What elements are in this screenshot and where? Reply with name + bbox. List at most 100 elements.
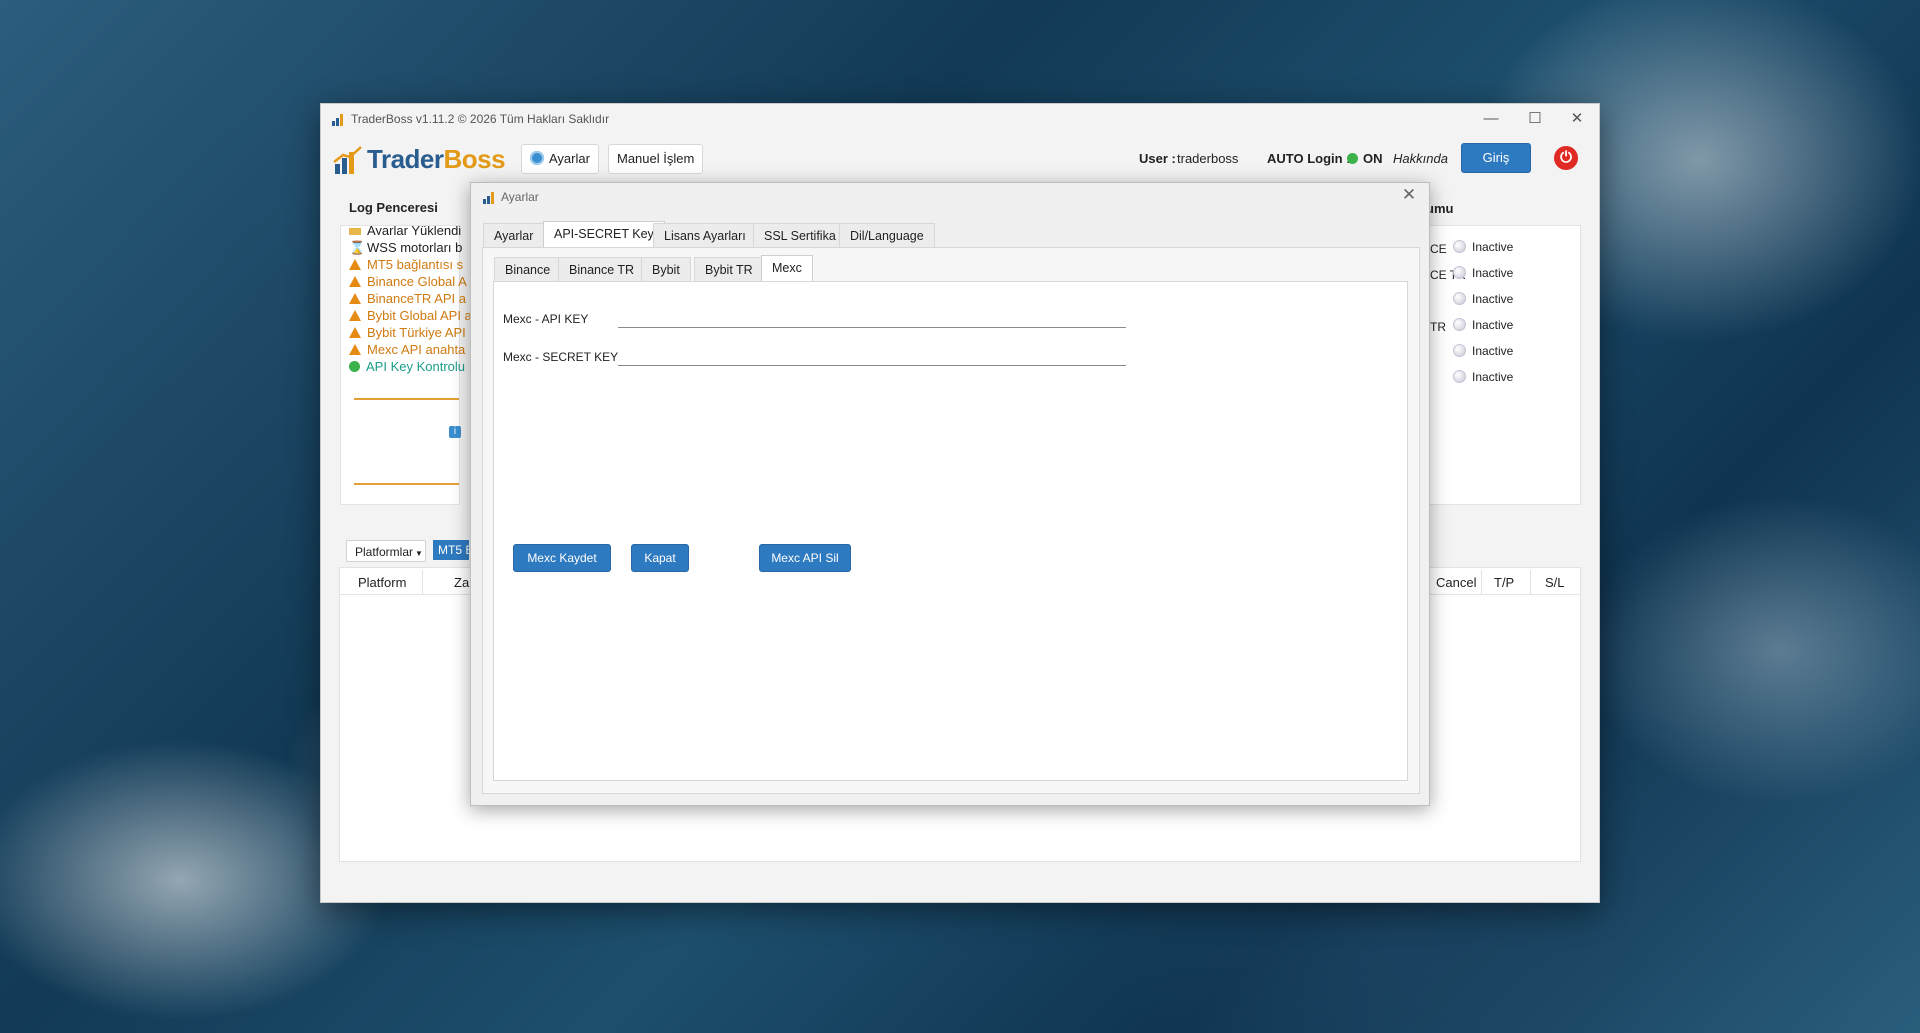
login-button[interactable]: Giriş [1461,143,1531,173]
column-divider [1530,570,1531,594]
radio-icon [1453,266,1466,279]
radio-icon [1453,318,1466,331]
mt5-badge[interactable]: MT5 E [433,540,469,560]
log-line: API Key Kontrolu [349,358,465,375]
log-line: Bybit Türkiye API [349,324,466,341]
log-line: Mexc API anahta [349,341,465,358]
log-line: Bybit Global API a [349,307,472,324]
log-line-text: WSS motorları b [367,240,463,255]
dialog-close-icon[interactable]: ✕ [1397,185,1421,205]
secret-key-input[interactable] [618,347,1126,366]
close-button[interactable]: Kapat [631,544,689,572]
column-header-cancel[interactable]: Cancel [1436,575,1476,590]
subtab-bybit[interactable]: Bybit [641,257,691,282]
platforms-dropdown[interactable]: Platformlar ▼ [346,540,426,562]
status-dot-icon [1347,153,1358,164]
tab-ayarlar[interactable]: Ayarlar [483,223,545,248]
log-line-text: MT5 bağlantısı s [367,257,464,272]
tab-lisans-ayarlari[interactable]: Lisans Ayarları [653,223,757,248]
log-panel: Ayarlar Yüklendi ⌛ WSS motorları b MT5 ba… [340,225,472,505]
platforms-dropdown-label: Platformlar [355,545,414,559]
column-header-sl[interactable]: S/L [1545,575,1565,590]
status-row: Inactive [1453,240,1513,254]
chevron-down-icon: ▼ [415,549,423,558]
status-row: Inactive [1453,344,1513,358]
maximize-icon[interactable]: ☐ [1517,108,1553,130]
subtab-mexc[interactable]: Mexc [761,255,813,282]
log-line-text: BinanceTR API a [367,291,466,306]
divider [354,483,459,485]
status-row: Inactive [1453,370,1513,384]
warning-icon [349,276,361,287]
subtab-bybit-tr[interactable]: Bybit TR [694,257,764,282]
status-value: Inactive [1472,318,1514,332]
about-link[interactable]: Hakkında [1393,151,1448,166]
status-value: Inactive [1472,370,1514,384]
hourglass-icon: ⌛ [349,240,366,255]
power-icon[interactable]: ⏻ [1554,146,1578,170]
status-name: CE [1430,242,1447,256]
column-divider [422,570,423,594]
log-panel-title: Log Penceresi [349,200,438,215]
column-header-fragment[interactable]: Za [454,575,469,590]
minimize-icon[interactable]: — [1473,108,1509,130]
subtab-binance-tr[interactable]: Binance TR [558,257,646,282]
auto-login-label: AUTO Login : [1267,151,1351,166]
logo-text-trader: Trader [367,144,444,174]
status-row: Inactive [1453,292,1513,306]
settings-button-label: Ayarlar [549,151,590,166]
settings-button[interactable]: Ayarlar [521,144,599,174]
log-line-text: Bybit Türkiye API [367,325,466,340]
log-line: ⌛ WSS motorları b [349,239,462,256]
column-header-tp[interactable]: T/P [1494,575,1514,590]
status-value: Inactive [1472,344,1514,358]
log-line-text: API Key Kontrolu [366,359,465,374]
subtab-binance[interactable]: Binance [494,257,562,282]
tab-api-secret-key[interactable]: API-SECRET Key [543,221,665,248]
warning-icon [349,259,361,270]
log-line-text: Binance Global A [367,274,467,289]
info-icon[interactable]: i [449,426,461,438]
tab-ssl-sertifika[interactable]: SSL Sertifika [753,223,847,248]
radio-icon [1453,344,1466,357]
status-value: Inactive [1472,292,1514,306]
status-row: Inactive [1453,266,1513,280]
status-name: TR [1430,320,1446,334]
status-row: Inactive [1453,318,1513,332]
user-label: User : [1139,151,1176,166]
warning-icon [349,310,361,321]
radio-icon [1453,240,1466,253]
app-icon [483,192,494,204]
manual-trade-button[interactable]: Manuel İşlem [608,144,704,174]
column-header-platform[interactable]: Platform [358,575,406,590]
api-key-input[interactable] [618,309,1126,328]
tab-dil-language[interactable]: Dil/Language [839,223,935,248]
manual-trade-label: Manuel İşlem [617,151,695,166]
settings-dialog: Ayarlar ✕ Ayarlar API-SECRET Key Lisans … [470,182,1430,806]
secret-key-label: Mexc - SECRET KEY [503,350,619,364]
close-icon[interactable]: ✕ [1559,108,1595,130]
logo-chart-icon [333,146,362,174]
status-title-fragment: umu [1426,201,1454,216]
auto-login-status[interactable]: ON [1347,151,1383,166]
warning-icon [349,327,361,338]
log-line: BinanceTR API a [349,290,466,307]
status-value: Inactive [1472,266,1514,280]
mexc-api-delete-button[interactable]: Mexc API Sil [759,544,851,572]
log-line-text: Bybit Global API a [367,308,472,323]
warning-icon [349,344,361,355]
api-key-label: Mexc - API KEY [503,312,589,326]
radio-icon [1453,370,1466,383]
log-line: Binance Global A [349,273,467,290]
green-dot-icon [349,361,360,372]
gear-icon [530,151,544,165]
radio-icon [1453,292,1466,305]
log-line-text: Mexc API anahta [367,342,466,357]
mexc-save-button[interactable]: Mexc Kaydet [513,544,611,572]
log-line: MT5 bağlantısı s [349,256,463,273]
log-line-text: Ayarlar Yüklendi [367,226,462,235]
app-icon [332,114,343,126]
dialog-title: Ayarlar [501,190,539,204]
warning-icon [349,293,361,304]
logo-text-boss: Boss [443,144,506,174]
